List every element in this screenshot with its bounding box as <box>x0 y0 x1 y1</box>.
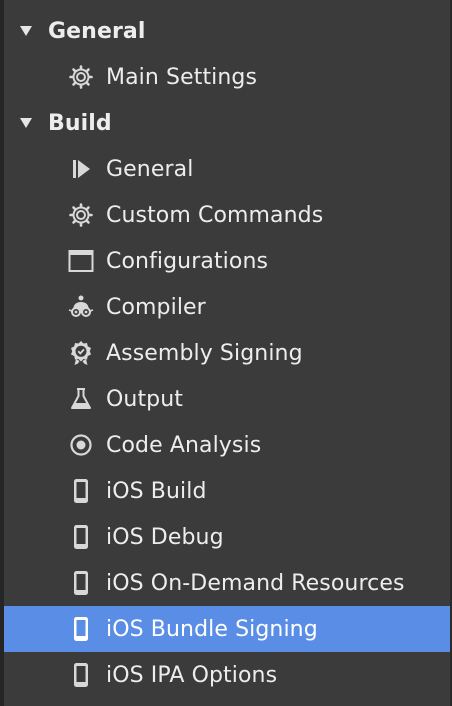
tree-item-label: iOS IPA Options <box>106 662 278 688</box>
phone-icon <box>68 662 94 688</box>
phone-icon <box>68 478 94 504</box>
tree-item-label: General <box>106 156 194 182</box>
flask-icon <box>68 386 94 412</box>
tree-item-custom-commands[interactable]: Custom Commands <box>4 192 450 238</box>
tree-item-ios-debug[interactable]: iOS Debug <box>4 514 450 560</box>
tree-item-label: iOS Build <box>106 478 207 504</box>
tree-item-ios-ipa-options[interactable]: iOS IPA Options <box>4 652 450 698</box>
tree-item-ios-on-demand-resources[interactable]: iOS On-Demand Resources <box>4 560 450 606</box>
tree-item-code-analysis[interactable]: Code Analysis <box>4 422 450 468</box>
tree-item-ios-build[interactable]: iOS Build <box>4 468 450 514</box>
gear-icon <box>68 202 94 228</box>
tree-item-label: Output <box>106 386 184 412</box>
section-build[interactable]: Build <box>4 100 450 146</box>
play-bar-icon <box>68 156 94 182</box>
disclosure-triangle-icon[interactable] <box>18 115 34 131</box>
tree-item-build-general[interactable]: General <box>4 146 450 192</box>
section-label: Build <box>48 110 112 136</box>
window-icon <box>68 248 94 274</box>
gear-icon <box>68 64 94 90</box>
section-general[interactable]: General <box>4 8 450 54</box>
tree-item-label: Custom Commands <box>106 202 324 228</box>
radio-dot-icon <box>68 432 94 458</box>
tree-item-label: Compiler <box>106 294 206 320</box>
phone-icon <box>68 616 94 642</box>
robot-icon <box>68 294 94 320</box>
tree-item-label: iOS Debug <box>106 524 224 550</box>
disclosure-triangle-icon[interactable] <box>18 23 34 39</box>
tree-item-assembly-signing[interactable]: Assembly Signing <box>4 330 450 376</box>
tree-item-output[interactable]: Output <box>4 376 450 422</box>
tree-item-label: iOS Bundle Signing <box>106 616 318 642</box>
tree-item-label: Main Settings <box>106 64 258 90</box>
tree-item-label: Configurations <box>106 248 269 274</box>
section-label: General <box>48 18 146 44</box>
tree-item-label: iOS On-Demand Resources <box>106 570 405 596</box>
phone-icon <box>68 570 94 596</box>
seal-icon <box>68 340 94 366</box>
tree-item-main-settings[interactable]: Main Settings <box>4 54 450 100</box>
phone-icon <box>68 524 94 550</box>
tree-item-ios-bundle-signing[interactable]: iOS Bundle Signing <box>4 606 450 652</box>
options-tree-panel: General Main Settings Build General Cust… <box>0 0 452 706</box>
tree-item-label: Assembly Signing <box>106 340 303 366</box>
tree-item-compiler[interactable]: Compiler <box>4 284 450 330</box>
tree-item-label: Code Analysis <box>106 432 262 458</box>
tree-item-configurations[interactable]: Configurations <box>4 238 450 284</box>
